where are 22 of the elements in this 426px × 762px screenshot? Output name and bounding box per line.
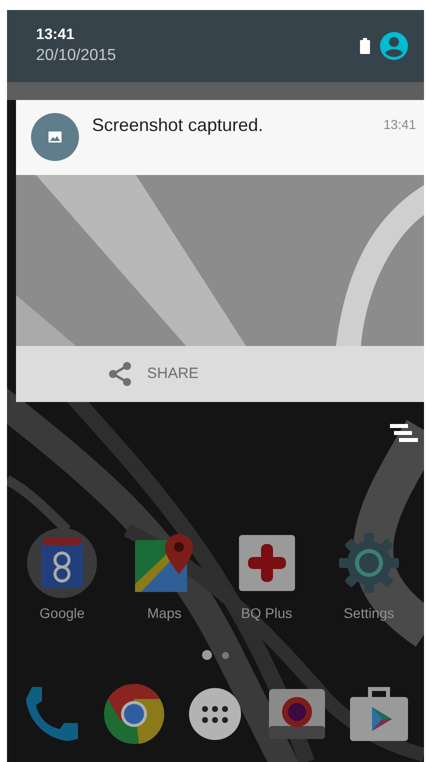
plus-icon	[238, 534, 296, 592]
date-text: 20/10/2015	[36, 46, 116, 66]
gear-icon	[336, 531, 401, 595]
app-label[interactable]: Maps	[147, 603, 182, 624]
image-icon	[31, 113, 79, 161]
app-label[interactable]: Google	[40, 603, 85, 624]
battery-icon	[360, 38, 370, 54]
play-store-bag-icon	[348, 685, 410, 743]
clock-time: 13:41	[36, 25, 76, 45]
account-icon[interactable]	[380, 32, 408, 60]
app-label[interactable]: Settings	[344, 603, 394, 624]
notification-time: 13:41	[383, 116, 416, 134]
notification-title: Screenshot captured.	[92, 114, 264, 137]
share-icon	[107, 361, 133, 387]
clear-all-icon[interactable]	[390, 424, 418, 444]
app-drawer-icon	[188, 687, 242, 741]
app-label[interactable]: BQ Plus	[240, 603, 292, 624]
share-button[interactable]: SHARE	[16, 346, 424, 402]
notification-card[interactable]: Screenshot captured. 13:41 SHARE	[16, 100, 424, 402]
chrome-icon	[102, 683, 165, 745]
map-pin-icon	[133, 532, 196, 594]
phone-icon	[24, 685, 80, 743]
